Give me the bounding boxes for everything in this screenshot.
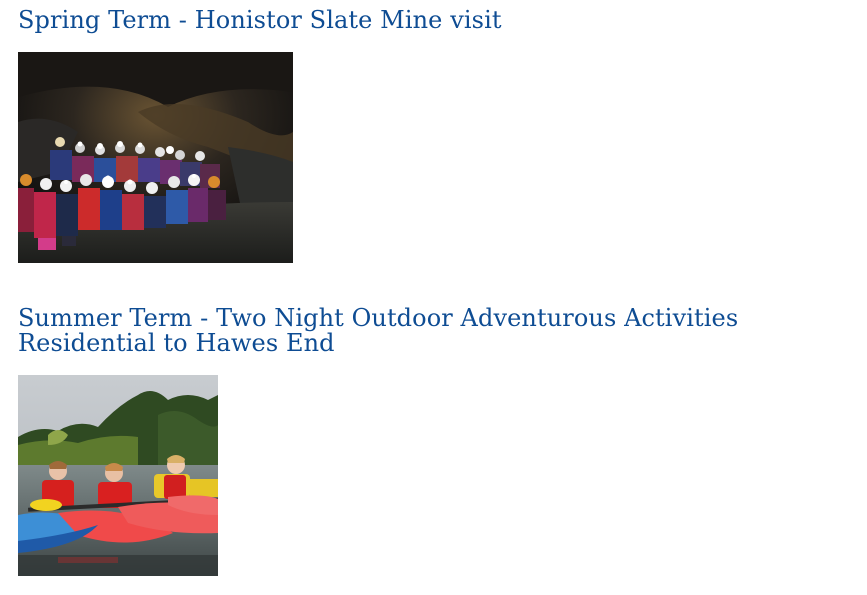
summer-term-heading: Summer Term - Two Night Outdoor Adventur…: [18, 304, 739, 357]
kayaking-photo: [18, 375, 218, 576]
summer-term-section: Summer Term - Two Night Outdoor Adventur…: [18, 306, 863, 576]
spring-term-heading: Spring Term - Honistor Slate Mine visit: [18, 6, 502, 34]
spring-term-section: Spring Term - Honistor Slate Mine visit: [18, 8, 502, 263]
slate-mine-photo: [18, 52, 293, 263]
